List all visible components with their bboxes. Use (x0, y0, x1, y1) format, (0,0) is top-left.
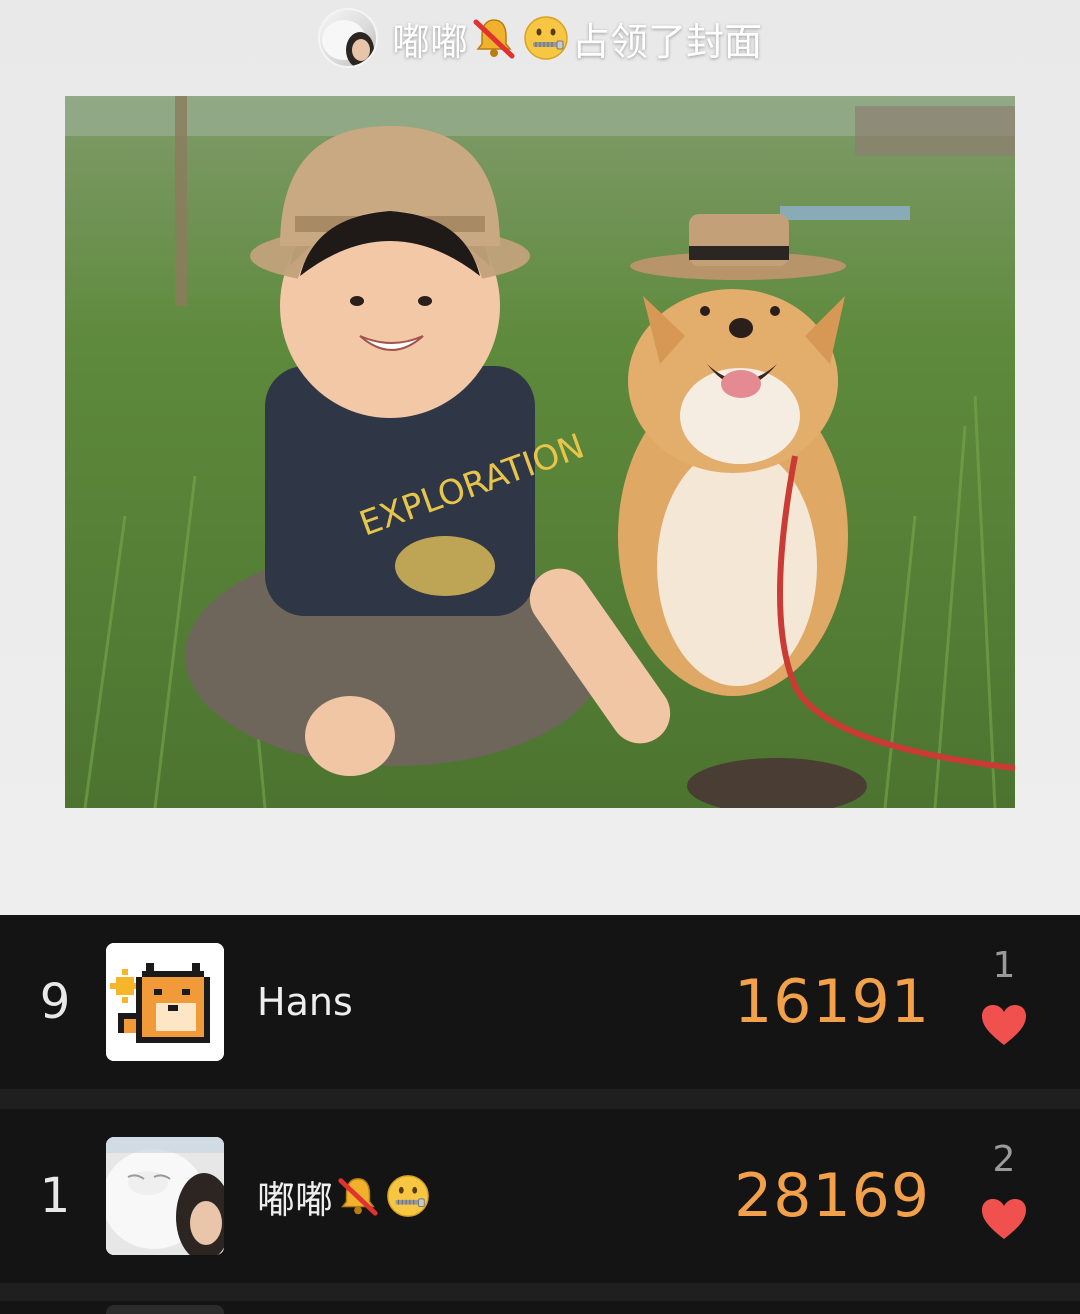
user-name: 嘟嘟 (257, 1177, 334, 1222)
step-count: 16191 (734, 967, 930, 1037)
step-count: 28169 (734, 1161, 930, 1231)
pixel-shiba-sun-avatar[interactable] (106, 943, 224, 1061)
like-count: 1 (992, 945, 1016, 986)
muted-bell-icon (470, 14, 518, 62)
occupier-avatar[interactable] (317, 8, 378, 68)
occupied-cover-text: 占领了封面 (572, 19, 763, 64)
avatar[interactable] (106, 1305, 224, 1314)
zipper-mouth-face-icon (385, 1173, 431, 1219)
cover-occupied-message: 嘟嘟 占领了封面 (392, 11, 762, 66)
cover-area: 嘟嘟 占领了封面 EXPLORATION (0, 0, 1080, 915)
cover-photo[interactable]: EXPLORATION (65, 96, 1015, 808)
rank-number: 9 (39, 974, 71, 1030)
user-name: Hans (257, 980, 353, 1024)
steps-leaderboard: 9 Hans 16191 1 1 嘟嘟 28169 2 (0, 915, 1080, 1314)
leaderboard-row[interactable]: 9 Hans 16191 1 (0, 915, 1080, 1089)
user-name-with-icons: 嘟嘟 (257, 1109, 433, 1283)
zipper-mouth-face-icon (522, 14, 570, 62)
like-count: 2 (992, 1139, 1016, 1180)
rank-number: 1 (39, 1168, 71, 1224)
heart-icon[interactable] (980, 1197, 1028, 1241)
leaderboard-row[interactable]: 1 嘟嘟 28169 2 (0, 1109, 1080, 1283)
white-cat-girl-avatar[interactable] (106, 1137, 224, 1255)
muted-bell-icon (335, 1173, 381, 1219)
leaderboard-row[interactable] (0, 1301, 1080, 1314)
heart-icon[interactable] (980, 1003, 1028, 1047)
cover-header: 嘟嘟 占领了封面 (0, 6, 1080, 70)
occupier-name: 嘟嘟 (391, 19, 468, 64)
